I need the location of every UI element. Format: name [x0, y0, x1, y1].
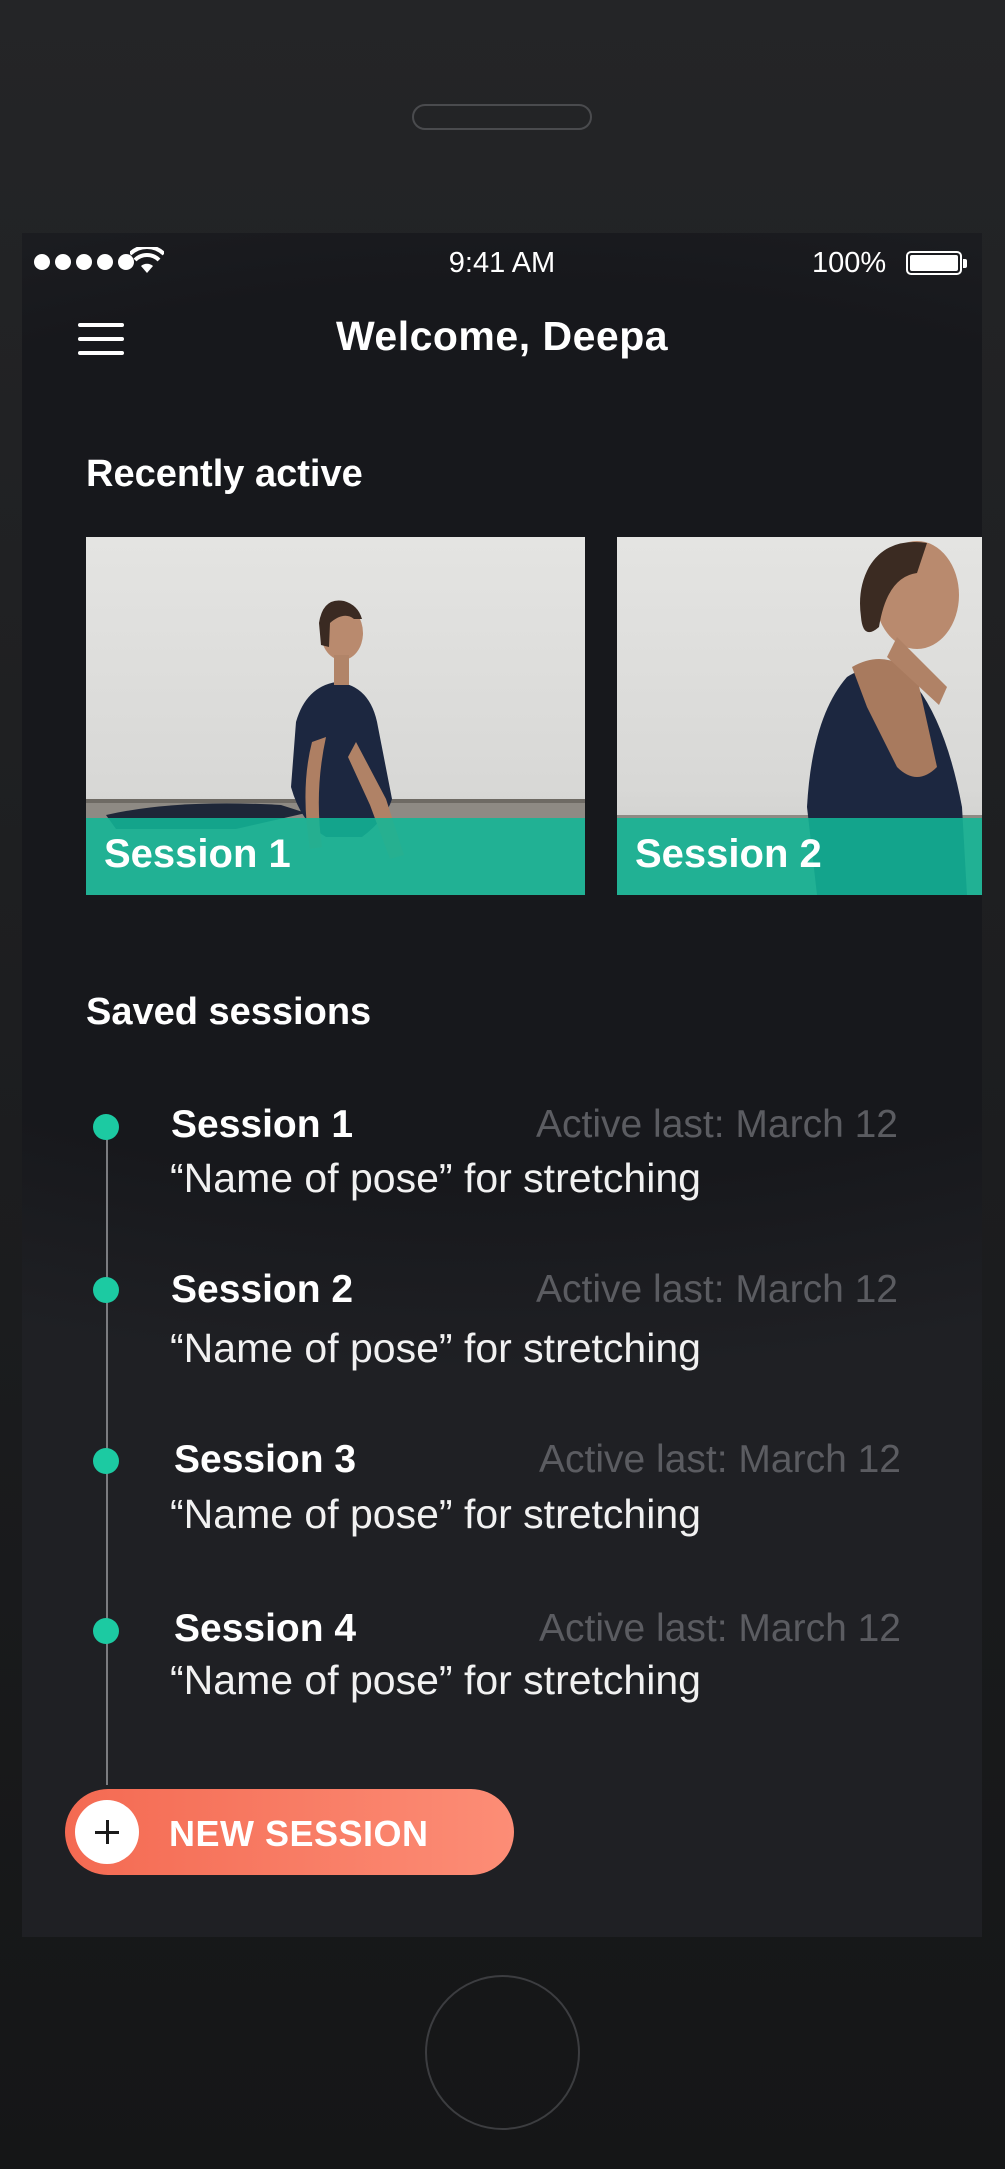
app-screen: 9:41 AM 100% Welcome, Deepa Recently act…: [22, 233, 982, 1937]
nav-bar: Welcome, Deepa: [22, 293, 982, 383]
battery-icon: [906, 251, 967, 275]
home-button[interactable]: [425, 1975, 580, 2130]
saved-session-description: “Name of pose” for stretching: [170, 1155, 701, 1201]
timeline-dot: [93, 1448, 119, 1474]
saved-session-title: Session 4: [174, 1607, 357, 1650]
new-session-button[interactable]: NEW SESSION: [65, 1789, 514, 1875]
saved-session-title: Session 2: [171, 1268, 354, 1311]
saved-session-title: Session 3: [174, 1438, 357, 1481]
saved-session-description: “Name of pose” for stretching: [170, 1657, 701, 1703]
saved-session-last-active: Active last: March 12: [536, 1268, 898, 1311]
plus-icon: [75, 1800, 139, 1864]
timeline-dot: [93, 1277, 119, 1303]
status-bar: 9:41 AM 100%: [22, 233, 982, 293]
saved-session-title: Session 1: [171, 1103, 354, 1146]
recent-session-label: Session 1: [104, 832, 291, 876]
timeline-dot: [93, 1114, 119, 1140]
saved-session-last-active: Active last: March 12: [539, 1438, 901, 1481]
page-title: Welcome, Deepa: [335, 313, 669, 359]
phone-speaker: [412, 104, 592, 130]
recent-session-card-2[interactable]: Session 2: [617, 537, 982, 895]
saved-session-description: “Name of pose” for stretching: [170, 1325, 701, 1371]
timeline-dot: [93, 1618, 119, 1644]
recent-session-card-1[interactable]: Session 1: [86, 537, 585, 895]
saved-sessions-heading: Saved sessions: [86, 991, 372, 1033]
recently-active-heading: Recently active: [86, 453, 363, 495]
saved-session-last-active: Active last: March 12: [536, 1103, 898, 1146]
battery-percentage: 100%: [812, 247, 887, 279]
recent-session-label: Session 2: [635, 832, 822, 876]
new-session-label: NEW SESSION: [169, 1813, 429, 1854]
phone-frame: 9:41 AM 100% Welcome, Deepa Recently act…: [0, 0, 1005, 2169]
saved-session-last-active: Active last: March 12: [539, 1607, 901, 1650]
saved-session-description: “Name of pose” for stretching: [170, 1491, 701, 1537]
